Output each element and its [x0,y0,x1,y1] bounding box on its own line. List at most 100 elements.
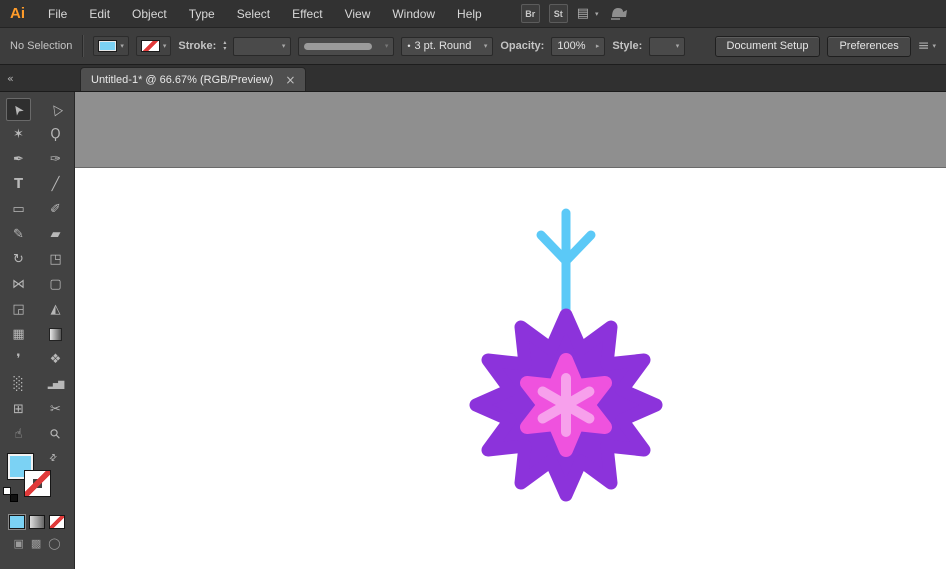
line-segment-tool[interactable]: ╱ [37,172,74,197]
direct-selection-tool-icon: ▷ [46,101,65,118]
color-button[interactable] [9,515,25,529]
align-icon: ≡ [917,38,930,54]
chevron-down-icon: ▾ [483,42,488,50]
menu-edit[interactable]: Edit [78,0,121,28]
menu-select[interactable]: Select [226,0,281,28]
direct-selection-tool[interactable]: ▷ [37,97,74,122]
paintbrush-tool[interactable]: ✐ [37,197,74,222]
divider [82,35,84,57]
stroke-label: Stroke: [178,40,217,52]
brush-preview [304,42,373,50]
column-graph-tool[interactable]: ▂▅▇ [37,372,74,397]
default-fill-stroke-icon[interactable] [3,487,18,502]
eraser-tool[interactable]: ▰ [37,222,74,247]
lasso-tool[interactable]: Ϙ [37,122,74,147]
artboard-tool[interactable]: ⊞ [0,397,37,422]
symbol-sprayer-tool[interactable]: ░ [0,372,37,397]
shape-builder-tool[interactable]: ◲ [0,297,37,322]
draw-normal-icon[interactable]: ▣ [13,538,23,549]
menu-help[interactable]: Help [446,0,493,28]
swap-fill-stroke-icon[interactable]: ⇄ [48,452,60,464]
stroke-weight-stepper[interactable]: ▴ ▾ [223,40,226,52]
stroke-color-dropdown[interactable]: ▾ [135,36,172,56]
mini-stroke-swatch [10,494,18,502]
draw-inside-icon[interactable]: ◯ [48,538,60,549]
collapse-panels-icon[interactable]: « [0,72,80,85]
hand-tool-icon: ☝ [14,427,23,442]
rectangle-tool-icon: ▭ [12,202,25,217]
chevron-down-icon: ▾ [932,42,936,50]
brush-definition-dropdown[interactable]: ▾ [298,36,395,56]
preferences-button[interactable]: Preferences [827,35,911,57]
stroke-weight-dropdown[interactable]: ▾ [233,36,292,56]
tab-close-icon[interactable]: × [285,73,295,87]
menu-window[interactable]: Window [381,0,446,28]
line-segment-tool-icon: ╱ [51,177,60,192]
none-button[interactable] [49,515,65,529]
rectangle-tool[interactable]: ▭ [0,197,37,222]
scale-tool[interactable]: ◳ [37,247,74,272]
stock-button[interactable]: St [548,4,568,23]
scale-tool-icon: ◳ [49,252,62,267]
type-tool[interactable]: T [0,172,37,197]
hand-tool[interactable]: ☝ [0,422,37,447]
opacity-field[interactable]: 100% ▸ [551,36,606,56]
slice-tool-icon: ✂ [50,402,61,417]
fill-color-dropdown[interactable]: ▾ [93,36,129,56]
workspace: ➤ ▷ ✶ Ϙ ✒ ✑ T ╱ ▭ ✐ ✎ ▰ ↻ ◳ ⋈ ▢ ◲ ◭ ▦ ❜ [0,92,946,569]
rotate-tool[interactable]: ↻ [0,247,37,272]
menu-file[interactable]: File [37,0,78,28]
variable-width-profile-dropdown[interactable]: • 3 pt. Round ▾ [401,36,494,56]
perspective-grid-tool[interactable]: ◭ [37,297,74,322]
menu-object[interactable]: Object [121,0,178,28]
pen-tool[interactable]: ✒ [0,147,37,172]
blob-brush-tool-icon: ✑ [50,152,61,167]
menu-effect[interactable]: Effect [281,0,333,28]
draw-behind-icon[interactable]: ▩ [31,538,41,549]
stroke-swatch[interactable] [24,470,51,497]
align-dropdown[interactable]: ≡ ▾ [918,38,936,54]
mini-fill-swatch [3,487,11,495]
flower-stem[interactable] [536,208,596,320]
pen-tool-icon: ✒ [13,152,24,167]
chevron-down-icon: ▾ [162,42,167,50]
width-tool-icon: ⋈ [12,277,25,292]
document-tab[interactable]: Untitled-1* @ 66.67% (RGB/Preview) × [80,67,307,91]
slice-tool[interactable]: ✂ [37,397,74,422]
pencil-tool[interactable]: ✎ [0,222,37,247]
gradient-tool[interactable] [37,322,74,347]
tab-bar: « Untitled-1* @ 66.67% (RGB/Preview) × [0,65,946,92]
flower-artwork[interactable] [460,205,672,505]
color-type-buttons [0,515,74,529]
perspective-grid-tool-icon: ◭ [50,302,61,317]
eraser-tool-icon: ▰ [50,227,61,242]
blend-tool-icon: ❖ [49,352,62,367]
selection-tool[interactable]: ➤ [6,98,31,121]
bridge-button[interactable]: Br [520,4,540,23]
free-transform-tool[interactable]: ▢ [37,272,74,297]
gradient-button[interactable] [29,515,45,529]
blend-tool[interactable]: ❖ [37,347,74,372]
menu-type[interactable]: Type [178,0,226,28]
lasso-tool-icon: Ϙ [50,127,61,142]
free-transform-tool-icon: ▢ [49,277,62,292]
zoom-tool[interactable]: ⚲ [37,422,74,447]
magic-wand-tool-icon: ✶ [13,127,24,142]
width-tool[interactable]: ⋈ [0,272,37,297]
style-dropdown[interactable]: ▾ [649,36,686,56]
document-tab-title: Untitled-1* @ 66.67% (RGB/Preview) [91,73,274,86]
mesh-tool[interactable]: ▦ [0,322,37,347]
symbol-sprayer-tool-icon: ░ [13,377,24,392]
menu-view[interactable]: View [334,0,382,28]
pencil-tool-icon: ✎ [13,227,24,242]
canvas[interactable] [75,92,946,569]
magic-wand-tool[interactable]: ✶ [0,122,37,147]
drawing-mode-buttons: ▣ ▩ ◯ [0,538,74,549]
gradient-tool-icon [49,328,62,341]
blob-brush-tool[interactable]: ✑ [37,147,74,172]
eyedropper-tool[interactable]: ❜ [0,347,37,372]
document-setup-button[interactable]: Document Setup [714,35,821,57]
column-graph-tool-icon: ▂▅▇ [47,379,65,389]
workspace-switcher[interactable]: ▤ ▾ [577,6,599,21]
share-icon[interactable] [608,3,630,24]
